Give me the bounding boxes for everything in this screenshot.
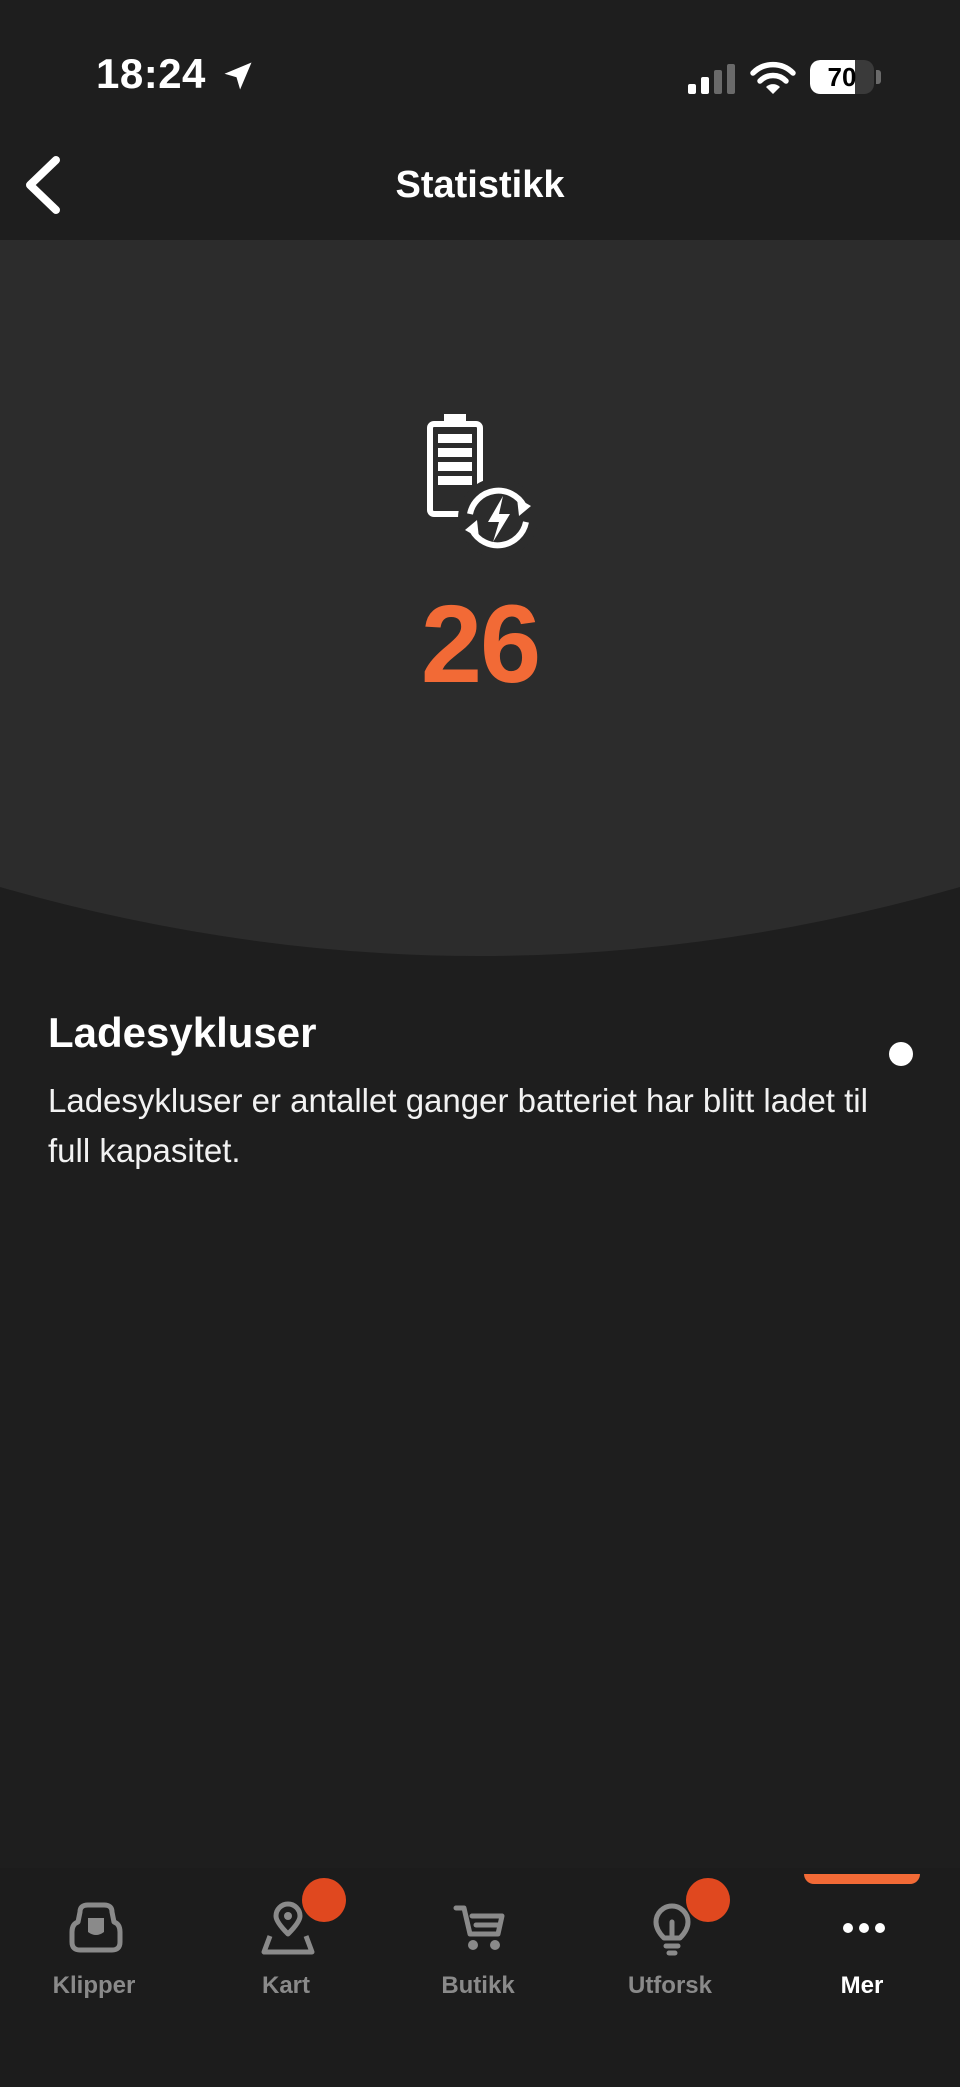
battery-percent: 70: [827, 62, 857, 92]
page-title: Statistikk: [395, 164, 565, 206]
tab-label: Utforsk: [627, 1972, 712, 1999]
active-tab-indicator: [804, 1874, 920, 1884]
page-indicator-dot: [889, 1042, 913, 1066]
battery-charge-cycle-icon: [427, 414, 538, 558]
battery-tip: [876, 70, 881, 84]
signal-bar: [714, 70, 722, 94]
location-arrow-icon: [224, 62, 252, 90]
wifi-icon: [750, 61, 796, 94]
signal-bar: [727, 64, 735, 94]
tab-butikk[interactable]: Butikk: [388, 1900, 568, 2010]
battery-icon: 70: [810, 60, 874, 94]
tab-bar: Klipper Kart Butikk Utforsk Mer: [0, 1868, 960, 2087]
notification-badge: [302, 1878, 346, 1922]
info-description: Ladesykluser er antallet ganger batterie…: [48, 1082, 868, 1169]
tab-mer[interactable]: Mer: [772, 1900, 952, 2010]
tab-label: Klipper: [52, 1972, 136, 1999]
tab-klipper[interactable]: Klipper: [4, 1900, 184, 2010]
info-title: Ladesykluser: [48, 1009, 317, 1056]
tab-utforsk[interactable]: Utforsk: [580, 1878, 760, 2010]
signal-bar: [701, 77, 709, 94]
notification-badge: [686, 1878, 730, 1922]
signal-bar: [688, 84, 696, 94]
statistics-screen: 18:24 70 Statistikk 26 Ladesykluser Lade…: [0, 0, 960, 2087]
more-dots-icon: [843, 1923, 885, 1933]
cellular-signal-icon: [688, 64, 735, 94]
tab-label: Mer: [840, 1972, 884, 1999]
cart-icon: [453, 1905, 505, 1950]
stat-hero: 26: [0, 240, 960, 960]
tab-label: Kart: [261, 1972, 310, 1999]
status-time: 18:24: [96, 50, 206, 97]
mower-icon: [69, 1902, 123, 1953]
info-section: Ladesykluser Ladesykluser er antallet ga…: [48, 1008, 888, 1175]
nav-header: Statistikk: [0, 150, 960, 240]
tab-label: Butikk: [441, 1972, 515, 1999]
charge-cycles-value: 26: [420, 583, 541, 706]
status-bar: 18:24 70: [0, 0, 960, 150]
tab-kart[interactable]: Kart: [196, 1878, 376, 2010]
